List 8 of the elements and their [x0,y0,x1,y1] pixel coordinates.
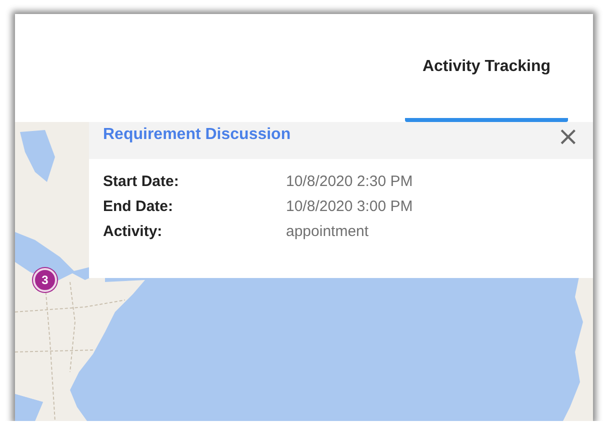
field-value: 10/8/2020 3:00 PM [286,198,413,215]
popup-title: Requirement Discussion [103,126,291,144]
field-label: End Date: [103,198,174,215]
field-value: 10/8/2020 2:30 PM [286,173,413,190]
close-button[interactable]: × [553,126,583,148]
field-label: Start Date: [103,173,180,190]
field-value: appointment [286,223,369,240]
field-label: Activity: [103,223,164,240]
